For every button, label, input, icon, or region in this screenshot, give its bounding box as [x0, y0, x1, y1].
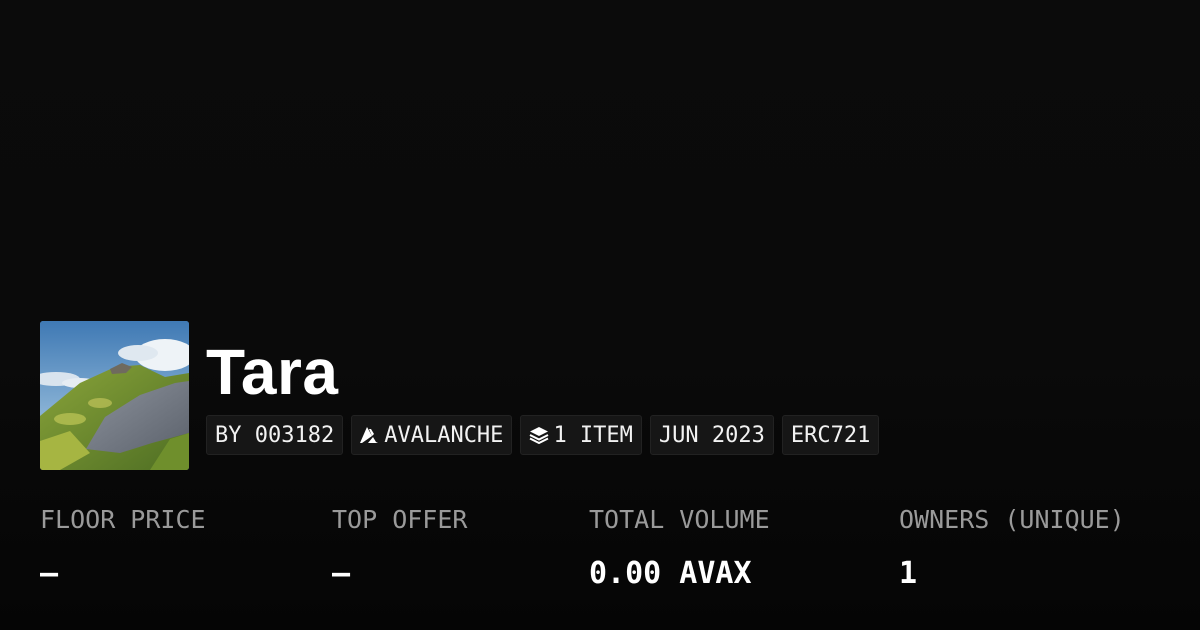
date-tag: JUN 2023: [649, 415, 774, 455]
creator-label: BY 003182: [215, 422, 335, 448]
total-volume-value: 0.00 AVAX: [589, 556, 752, 591]
total-volume-label: TOTAL VOLUME: [589, 505, 770, 534]
owners-stat: OWNERS (UNIQUE) 1: [899, 500, 1125, 602]
items-label: 1 ITEM: [553, 422, 633, 448]
floor-price-value: –: [40, 556, 59, 591]
avalanche-logo-icon: [360, 426, 380, 444]
owners-value: 1: [899, 556, 918, 591]
floor-price-label: FLOOR PRICE: [40, 505, 206, 534]
total-volume-stat: TOTAL VOLUME 0.00 AVAX: [589, 500, 770, 602]
token-standard-label: ERC721: [790, 422, 871, 448]
top-offer-value: –: [332, 556, 351, 591]
collection-tags: BY 003182 AVALANCHE 1 ITEM JUN 2023 ERC7…: [206, 415, 880, 455]
date-label: JUN 2023: [658, 422, 765, 448]
collection-stats: FLOOR PRICE – TOP OFFER – TOTAL VOLUME 0…: [0, 500, 1200, 600]
token-standard-tag: ERC721: [781, 415, 880, 455]
owners-label: OWNERS (UNIQUE): [899, 505, 1125, 534]
creator-tag[interactable]: BY 003182: [206, 415, 344, 455]
top-offer-stat: TOP OFFER –: [332, 500, 467, 602]
mountain-landscape-image: [40, 321, 189, 470]
top-offer-label: TOP OFFER: [332, 505, 468, 534]
items-tag[interactable]: 1 ITEM: [520, 415, 642, 455]
layers-icon: [529, 426, 549, 444]
collection-thumbnail: [40, 321, 189, 470]
chain-label: AVALANCHE: [384, 422, 504, 448]
collection-title: Tara: [206, 336, 339, 408]
floor-price-stat: FLOOR PRICE –: [40, 500, 206, 602]
chain-tag[interactable]: AVALANCHE: [351, 415, 513, 455]
